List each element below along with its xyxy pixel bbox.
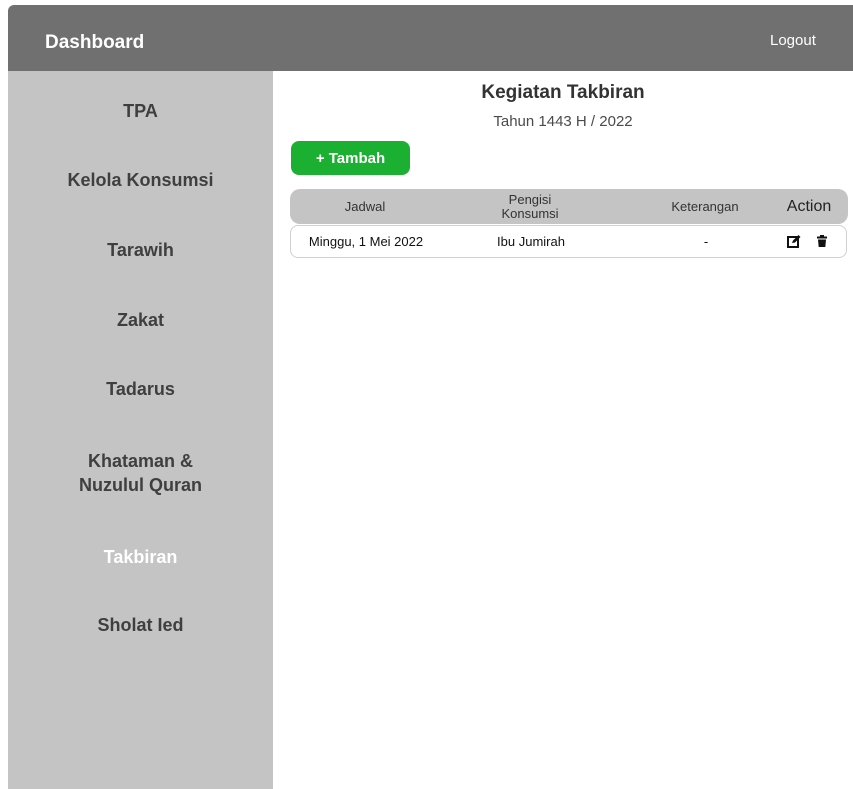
edit-icon[interactable] xyxy=(787,235,801,248)
cell-keterangan: - xyxy=(703,234,709,249)
sidebar-item-tpa[interactable]: TPA xyxy=(8,99,273,123)
add-button[interactable]: + Tambah xyxy=(291,141,410,175)
logout-link[interactable]: Logout xyxy=(770,32,816,49)
sidebar-item-takbiran[interactable]: Takbiran xyxy=(8,545,273,569)
cell-jadwal: Minggu, 1 Mei 2022 xyxy=(308,234,424,249)
column-header-jadwal: Jadwal xyxy=(344,199,386,214)
sidebar-item-tadarus[interactable]: Tadarus xyxy=(8,377,273,401)
column-header-pengisi-line1: Pengisi xyxy=(508,191,552,207)
sidebar-item-tarawih[interactable]: Tarawih xyxy=(8,238,273,262)
cell-pengisi-konsumsi: Ibu Jumirah xyxy=(497,234,565,249)
column-header-keterangan: Keterangan xyxy=(671,199,739,214)
sidebar-item-zakat[interactable]: Zakat xyxy=(8,308,273,332)
sidebar-item-khataman[interactable]: Khataman & Nuzulul Quran xyxy=(8,449,273,497)
sidebar: TPA Kelola Konsumsi Tarawih Zakat Tadaru… xyxy=(8,71,273,789)
page-subtitle: Tahun 1443 H / 2022 xyxy=(493,113,633,130)
column-header-pengisi-line2: Konsumsi xyxy=(501,205,559,221)
column-header-action: Action xyxy=(786,197,832,215)
table-header: Jadwal Pengisi Konsumsi Keterangan Actio… xyxy=(290,189,848,224)
dashboard-link[interactable]: Dashboard xyxy=(45,32,144,54)
table-row: Minggu, 1 Mei 2022 Ibu Jumirah - xyxy=(290,225,847,258)
sidebar-item-sholat-ied[interactable]: Sholat Ied xyxy=(8,613,273,637)
column-header-pengisi-konsumsi: Pengisi Konsumsi xyxy=(465,189,595,224)
sidebar-item-kelola-konsumsi[interactable]: Kelola Konsumsi xyxy=(8,168,273,192)
trash-icon[interactable] xyxy=(817,235,827,247)
page-title: Kegiatan Takbiran xyxy=(481,82,645,103)
top-bar: Dashboard Logout xyxy=(8,5,853,71)
